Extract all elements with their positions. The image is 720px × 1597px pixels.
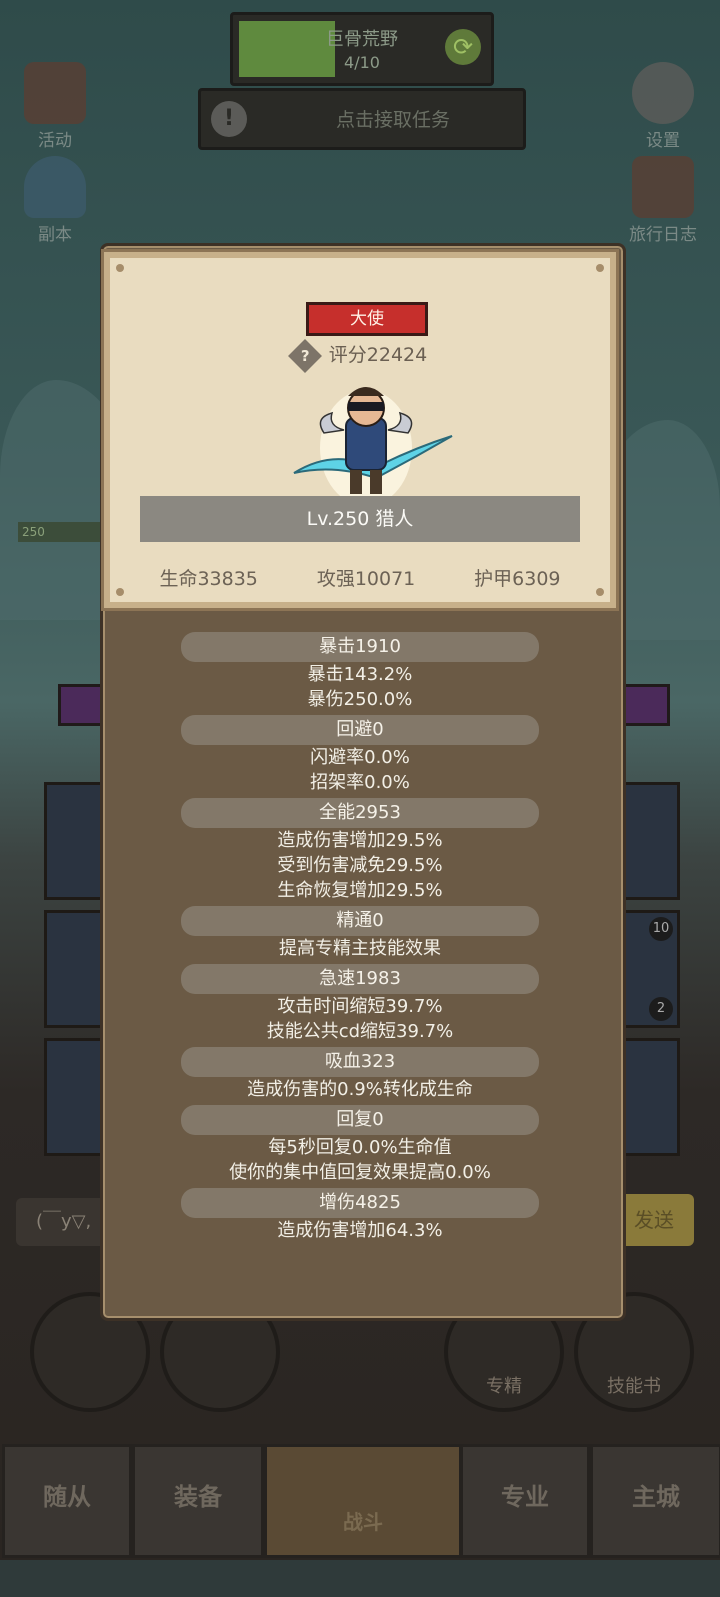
attribute-detail: 使你的集中值回复效果提高0.0% — [229, 1162, 491, 1183]
card-rivet — [596, 264, 604, 272]
attribute-detail: 每5秒回复0.0%生命值 — [268, 1137, 452, 1158]
slot-count-badge: 10 — [649, 917, 673, 941]
attribute-detail: 招架率0.0% — [310, 772, 410, 793]
tab-followers[interactable]: 随从 — [2, 1444, 132, 1558]
hp-stat: 生命33835 — [159, 568, 258, 590]
attribute-header: 吸血323 — [181, 1047, 539, 1077]
attribute-detail: 受到伤害减免29.5% — [277, 855, 443, 876]
rank-badge: 大使 — [306, 302, 428, 336]
attribute-header: 全能2953 — [181, 798, 539, 828]
attribute-detail: 暴伤250.0% — [307, 689, 413, 710]
attribute-detail: 技能公共cd缩短39.7% — [266, 1021, 454, 1042]
attribute-header: 暴击1910 — [181, 632, 539, 662]
attribute-header: 增伤4825 — [181, 1188, 539, 1218]
alert-icon: ! — [211, 101, 247, 137]
attribute-detail: 造成伤害增加64.3% — [277, 1220, 443, 1241]
send-button[interactable]: 发送 — [614, 1194, 694, 1246]
hunter-avatar — [293, 387, 453, 506]
score-text: 评分22424 — [328, 344, 428, 366]
slot-count-badge: 2 — [649, 997, 673, 1021]
attribute-header: 回避0 — [181, 715, 539, 745]
help-icon[interactable]: ? — [287, 338, 322, 373]
attribute-detail: 生命恢复增加29.5% — [277, 880, 443, 901]
dungeon-icon — [24, 156, 86, 218]
player-level-tag: 250 — [18, 522, 102, 542]
travel-log-button[interactable]: 旅行日志 — [618, 156, 708, 245]
primary-stats: 生命33835 攻强10071 护甲6309 — [110, 564, 610, 591]
attribute-detail: 提高专精主技能效果 — [279, 938, 441, 959]
attribute-detail: 造成伤害增加29.5% — [277, 830, 443, 851]
character-card: 大使 ? 评分22424 Lv.250 猎人 生命33835 攻强10071 护甲… — [104, 252, 616, 608]
quest-bar[interactable]: ! 点击接取任务 — [198, 88, 526, 150]
tab-battle[interactable]: 战斗 — [264, 1444, 462, 1558]
activity-icon — [24, 62, 86, 124]
gear-icon — [632, 62, 694, 124]
attribute-list: 暴击1910 暴击143.2% 暴伤250.0% 回避0 闪避率0.0% 招架率… — [100, 632, 620, 1243]
attribute-detail: 造成伤害的0.9%转化成生命 — [247, 1079, 473, 1100]
score-row: ? 评分22424 — [110, 338, 610, 373]
attribute-header: 回复0 — [181, 1105, 539, 1135]
travel-log-label: 旅行日志 — [629, 225, 697, 245]
skill-book-label: 技能书 — [607, 1376, 661, 1397]
settings-label: 设置 — [646, 131, 680, 151]
hero-name-bar: Lv.250 猎人 — [140, 496, 580, 542]
zone-progress-bar[interactable]: 巨骨荒野 4/10 ⟳ — [230, 12, 494, 86]
armor-stat: 护甲6309 — [474, 568, 561, 590]
attribute-detail: 暴击143.2% — [307, 664, 413, 685]
attribute-header: 急速1983 — [181, 964, 539, 994]
card-rivet — [116, 264, 124, 272]
attribute-header: 精通0 — [181, 906, 539, 936]
attribute-detail: 闪避率0.0% — [310, 747, 410, 768]
dungeon-label: 副本 — [38, 225, 72, 245]
activity-button[interactable]: 活动 — [10, 62, 100, 151]
refresh-icon[interactable]: ⟳ — [445, 29, 481, 65]
attack-stat: 攻强10071 — [316, 568, 416, 590]
tab-equipment[interactable]: 装备 — [132, 1444, 264, 1558]
quest-prompt: 点击接取任务 — [335, 109, 450, 131]
specialization-label: 专精 — [486, 1376, 522, 1397]
attribute-detail: 攻击时间缩短39.7% — [277, 996, 443, 1017]
dungeon-button[interactable]: 副本 — [10, 156, 100, 245]
tab-profession[interactable]: 专业 — [460, 1444, 590, 1558]
activity-label: 活动 — [38, 131, 72, 151]
book-icon — [632, 156, 694, 218]
settings-button[interactable]: 设置 — [618, 62, 708, 151]
tab-main-city[interactable]: 主城 — [590, 1444, 720, 1558]
